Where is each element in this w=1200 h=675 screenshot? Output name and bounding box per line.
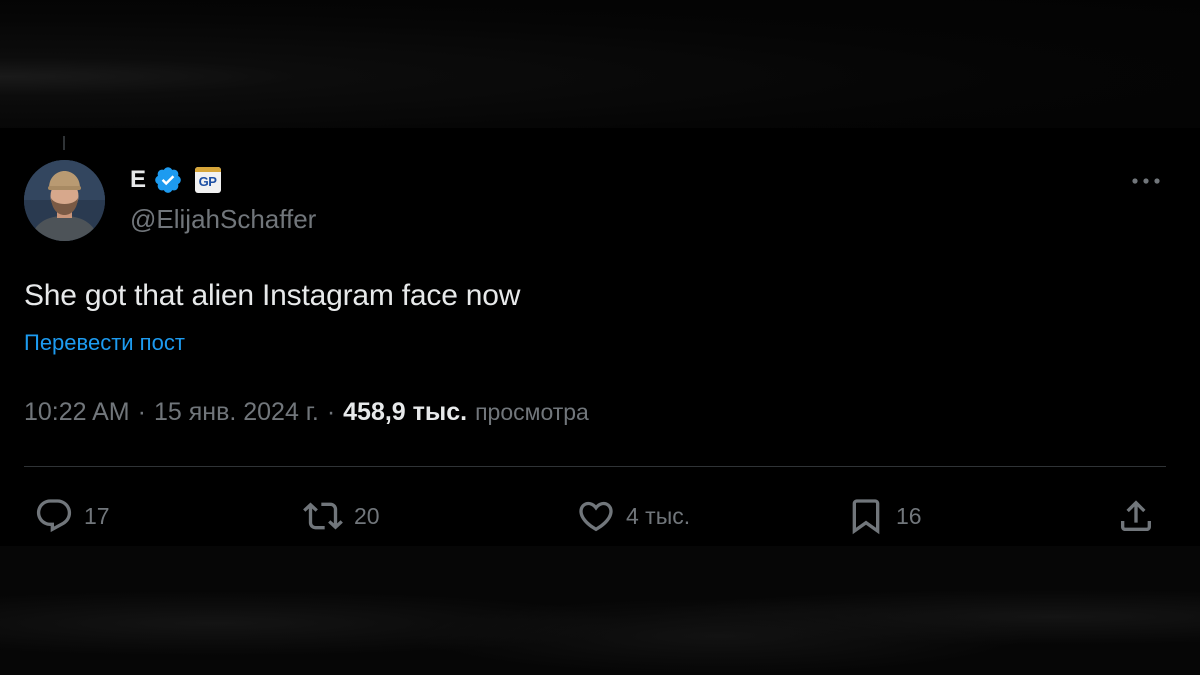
share-button[interactable] (1116, 496, 1156, 536)
divider (24, 466, 1166, 467)
affiliate-badge[interactable]: GP (194, 167, 221, 193)
views-count[interactable]: 458,9 тыс. (343, 398, 467, 427)
reply-button[interactable]: 17 (34, 496, 110, 536)
more-options-button[interactable] (1128, 168, 1164, 194)
like-count: 4 тыс. (626, 502, 691, 529)
verified-badge-icon[interactable] (153, 165, 183, 195)
post-metadata: 10:22 AM · 15 янв. 2024 г. · 458,9 тыс. … (24, 398, 589, 427)
author-display-name[interactable]: E (130, 166, 147, 194)
post-text: She got that alien Instagram face now (24, 279, 521, 312)
meta-separator: · (326, 398, 336, 426)
post-time[interactable]: 10:22 AM (24, 398, 130, 427)
heart-icon (579, 501, 613, 532)
author-handle[interactable]: @ElijahSchaffer (130, 204, 316, 235)
repost-icon (303, 502, 343, 530)
more-horizontal-icon (1132, 178, 1160, 184)
share-icon (1121, 500, 1151, 531)
repost-count: 20 (354, 502, 380, 529)
affiliate-badge-label: GP (198, 173, 217, 189)
bookmark-icon (852, 499, 880, 535)
bookmark-count: 16 (896, 502, 922, 529)
meta-separator: · (137, 398, 146, 426)
repost-button[interactable]: 20 (302, 496, 380, 536)
author-name-row: E GP (130, 164, 221, 196)
bottom-backdrop (0, 546, 1200, 675)
reply-icon (36, 499, 72, 533)
bookmark-button[interactable]: 16 (846, 496, 922, 536)
post-date[interactable]: 15 янв. 2024 г. (154, 398, 319, 427)
like-button[interactable]: 4 тыс. (576, 496, 690, 536)
thread-line (63, 136, 65, 150)
avatar-image (24, 160, 105, 241)
top-backdrop (0, 0, 1200, 128)
reply-count: 17 (84, 502, 110, 529)
translate-post-link[interactable]: Перевести пост (24, 330, 185, 356)
views-label: просмотра (475, 399, 589, 425)
avatar[interactable] (24, 160, 105, 241)
